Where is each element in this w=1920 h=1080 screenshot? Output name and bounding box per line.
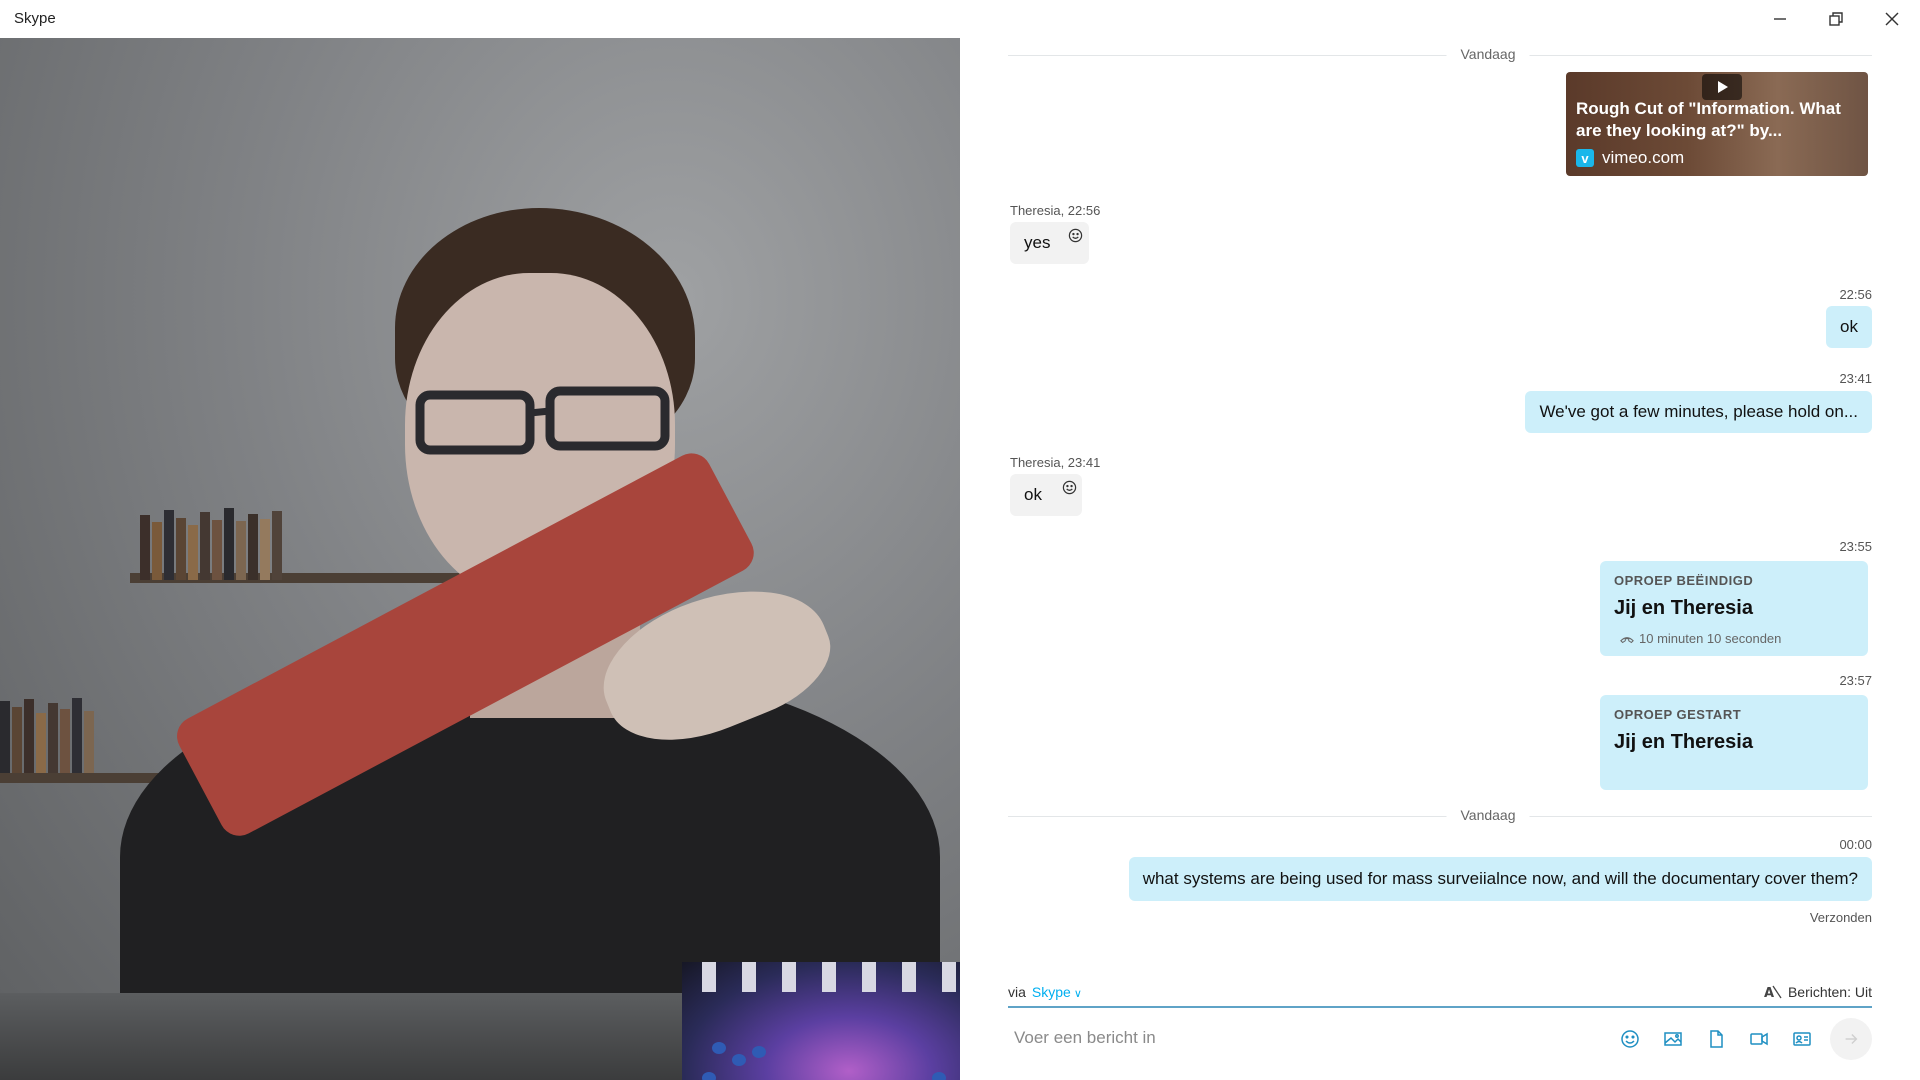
vimeo-icon: v [1576,149,1594,167]
message-time: 23:55 [1839,539,1872,554]
books-lower [0,698,96,773]
message-time: 23:41 [1839,371,1872,386]
self-video-preview[interactable] [682,962,960,1080]
link-preview-card[interactable]: Rough Cut of "Information. What are they… [1566,72,1868,176]
close-button[interactable] [1864,0,1920,38]
message-bubble-outgoing[interactable]: what systems are being used for mass sur… [1128,857,1872,901]
call-duration: 10 minuten 10 seconden [1620,631,1781,646]
message-time: 23:57 [1839,673,1872,688]
call-started-card[interactable]: OPROEP GESTART Jij en Theresia [1600,695,1868,790]
via-service-dropdown[interactable]: Skype [1032,984,1082,1000]
window-title: Skype [14,10,56,27]
add-reaction-icon[interactable] [1068,228,1083,243]
message-sender: Theresia, 23:41 [1010,455,1101,470]
send-file-button[interactable] [1694,1024,1737,1054]
message-status: Verzonden [1809,910,1872,925]
svg-text:A: A [1764,986,1774,1000]
image-icon [1663,1032,1682,1046]
title-bar: Skype [0,0,1920,38]
message-bubble-outgoing[interactable]: ok [1826,306,1872,348]
chat-panel: Vandaag Rough Cut of "Information. What … [960,38,1920,1080]
message-sender: Theresia, 22:56 [1010,203,1101,218]
video-camera-icon [1749,1032,1768,1046]
message-time: 00:00 [1839,837,1872,852]
call-ended-card[interactable]: OPROEP BEËINDIGD Jij en Theresia 10 minu… [1600,561,1868,656]
restore-button[interactable] [1808,0,1864,38]
file-icon [1709,1030,1723,1048]
call-duration-text: 10 minuten 10 seconden [1639,631,1782,646]
date-divider-label: Vandaag [1446,46,1530,62]
message-time: 22:56 [1839,287,1872,302]
video-message-button[interactable] [1737,1024,1780,1054]
translate-icon: A [1764,985,1782,1000]
emoticon-button[interactable] [1608,1024,1651,1054]
date-divider: Vandaag [1008,46,1872,62]
link-preview-source: v vimeo.com [1576,148,1684,168]
call-ended-header: OPROEP BEËINDIGD [1614,573,1754,588]
date-divider: Vandaag [1008,807,1872,823]
books [140,508,284,580]
via-selector: via Skype [1008,984,1082,1000]
date-divider-label: Vandaag [1446,807,1530,823]
translation-toggle[interactable]: A Berichten: Uit [1764,984,1872,1000]
contact-card-icon [1792,1032,1811,1046]
link-preview-domain: vimeo.com [1602,148,1685,167]
call-participants: Jij en Theresia [1614,731,1753,753]
close-icon [1885,12,1899,26]
composer-underline [1008,1006,1872,1008]
link-preview-title: Rough Cut of "Information. What are they… [1576,99,1841,140]
translation-label: Berichten: Uit [1787,984,1872,1000]
glasses [415,386,670,455]
via-label: via [1008,984,1026,1000]
composer-toolbar [1608,1024,1823,1054]
restore-icon [1829,12,1843,26]
smiley-icon [1620,1030,1639,1048]
send-button[interactable] [1830,1018,1872,1060]
call-started-header: OPROEP GESTART [1614,707,1742,722]
message-bubble-outgoing[interactable]: We've got a few minutes, please hold on.… [1525,391,1872,433]
send-image-button[interactable] [1651,1024,1694,1054]
contact-card-button[interactable] [1780,1024,1823,1054]
message-input[interactable] [1012,1022,1516,1054]
minimize-icon [1774,18,1786,20]
remote-video[interactable] [0,38,960,1080]
minimize-button[interactable] [1752,0,1808,38]
call-participants: Jij en Theresia [1614,597,1753,619]
add-reaction-icon[interactable] [1062,480,1077,495]
play-icon [1702,74,1742,100]
send-arrow-icon [1845,1033,1858,1045]
phone-hangup-icon [1620,636,1634,643]
